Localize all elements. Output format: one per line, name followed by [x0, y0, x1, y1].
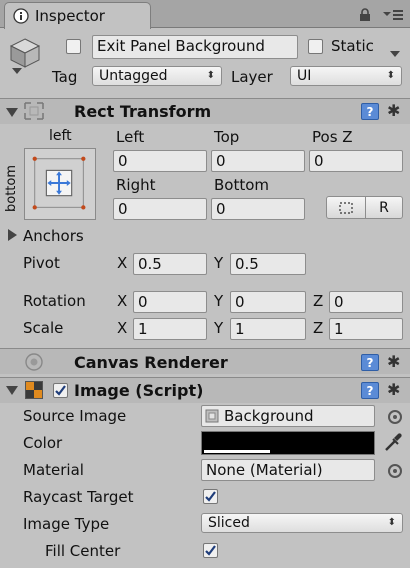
raycast-target-label: Raycast Target	[23, 488, 134, 506]
raw-edit-button[interactable]: R	[365, 196, 403, 219]
object-picker-icon[interactable]	[388, 464, 402, 478]
chevron-updown-icon: ⬍	[387, 517, 396, 528]
checkmark-icon	[205, 545, 216, 556]
pivot-label: Pivot	[23, 254, 60, 272]
tab-title: Inspector	[35, 7, 105, 25]
icon-dropdown-arrow[interactable]	[12, 60, 22, 78]
image-foldout-icon[interactable]	[6, 386, 18, 395]
sprite-icon	[205, 409, 219, 423]
pivot-x-input[interactable]: 0.5	[133, 253, 207, 275]
posz-label: Pos Z	[312, 128, 353, 146]
rotation-x-axis-label: X	[117, 292, 128, 310]
layer-label: Layer	[231, 68, 273, 86]
anchor-horizontal-label: left	[49, 128, 72, 144]
scale-z-input[interactable]: 1	[329, 318, 403, 340]
tag-label: Tag	[52, 68, 78, 86]
rect-transform-icon	[22, 100, 46, 122]
material-field[interactable]: None (Material)	[201, 459, 375, 481]
anchor-vertical-label: bottom	[4, 164, 19, 212]
static-checkbox[interactable]	[308, 39, 323, 54]
image-type-label: Image Type	[23, 515, 110, 533]
blueprint-mode-button[interactable]	[326, 196, 366, 219]
left-label: Left	[116, 128, 145, 146]
eyedropper-icon[interactable]	[383, 431, 403, 453]
rotation-y-input[interactable]: 0	[230, 291, 306, 313]
source-image-label: Source Image	[23, 407, 127, 425]
gameobject-name-input[interactable]: Exit Panel Background	[92, 35, 298, 59]
layer-value: UI	[297, 68, 312, 84]
image-type-value: Sliced	[208, 515, 250, 531]
source-image-value: Background	[224, 407, 314, 425]
color-label: Color	[23, 434, 63, 452]
active-checkbox[interactable]	[66, 39, 81, 54]
pivot-y-input[interactable]: 0.5	[230, 253, 306, 275]
tab-menu-icon[interactable]	[382, 7, 404, 21]
image-script-title: Image (Script)	[74, 381, 204, 400]
blueprint-icon	[339, 201, 353, 214]
source-image-field[interactable]: Background	[201, 405, 375, 427]
color-swatch[interactable]	[201, 431, 375, 455]
posz-input[interactable]: 0	[309, 150, 403, 172]
tab-inspector[interactable]: Inspector	[4, 2, 151, 29]
rect-transform-title: Rect Transform	[74, 102, 212, 121]
anchors-label[interactable]: Anchors	[23, 227, 84, 245]
canvas-renderer-icon	[24, 352, 44, 372]
pivot-x-axis-label: X	[117, 254, 128, 272]
pivot-y-axis-label: Y	[214, 254, 224, 272]
object-picker-icon[interactable]	[388, 410, 402, 424]
fill-center-checkbox[interactable]	[203, 543, 218, 558]
bottom-input[interactable]: 0	[211, 198, 305, 220]
static-dropdown-icon[interactable]	[390, 43, 400, 61]
right-input[interactable]: 0	[113, 198, 207, 220]
rotation-y-axis-label: Y	[214, 292, 224, 310]
canvas-renderer-title: Canvas Renderer	[74, 353, 228, 372]
tag-dropdown[interactable]: Untagged ⬍	[92, 66, 222, 86]
anchor-presets-button[interactable]	[24, 148, 96, 220]
anchors-foldout-icon[interactable]	[8, 229, 17, 241]
help-book-icon[interactable]: ?	[361, 103, 379, 120]
checkmark-icon	[55, 385, 66, 396]
help-book-icon[interactable]: ?	[361, 382, 379, 399]
tag-value: Untagged	[99, 68, 168, 84]
scale-x-input[interactable]: 1	[133, 318, 207, 340]
fill-center-label: Fill Center	[45, 542, 121, 560]
top-label: Top	[214, 128, 240, 146]
gear-icon[interactable]: ✱	[387, 101, 400, 120]
alpha-bar	[204, 450, 270, 453]
image-enabled-checkbox[interactable]	[53, 383, 68, 398]
static-label: Static	[331, 37, 374, 55]
image-component-icon	[25, 381, 43, 399]
rect-transform-foldout-icon[interactable]	[6, 108, 18, 117]
image-type-dropdown[interactable]: Sliced ⬍	[201, 513, 403, 533]
right-label: Right	[116, 176, 156, 194]
gear-icon[interactable]: ✱	[387, 380, 400, 399]
rotation-z-axis-label: Z	[313, 292, 324, 310]
chevron-updown-icon: ⬍	[206, 70, 215, 81]
bottom-label: Bottom	[214, 176, 270, 194]
rotation-label: Rotation	[23, 292, 86, 310]
layer-dropdown[interactable]: UI ⬍	[290, 66, 402, 86]
raycast-target-checkbox[interactable]	[203, 489, 218, 504]
top-input[interactable]: 0	[211, 150, 305, 172]
inspector-info-icon	[13, 8, 29, 24]
scale-x-axis-label: X	[117, 319, 128, 337]
left-input[interactable]: 0	[113, 150, 207, 172]
scale-y-axis-label: Y	[214, 319, 224, 337]
gear-icon[interactable]: ✱	[387, 352, 400, 371]
chevron-updown-icon: ⬍	[386, 70, 395, 81]
scale-y-input[interactable]: 1	[230, 318, 306, 340]
rotation-x-input[interactable]: 0	[133, 291, 207, 313]
scale-z-axis-label: Z	[313, 319, 324, 337]
material-label: Material	[23, 461, 84, 479]
scale-label: Scale	[23, 319, 64, 337]
help-book-icon[interactable]: ?	[361, 354, 379, 371]
lock-icon[interactable]	[358, 8, 372, 22]
rotation-z-input[interactable]: 0	[329, 291, 403, 313]
checkmark-icon	[205, 491, 216, 502]
